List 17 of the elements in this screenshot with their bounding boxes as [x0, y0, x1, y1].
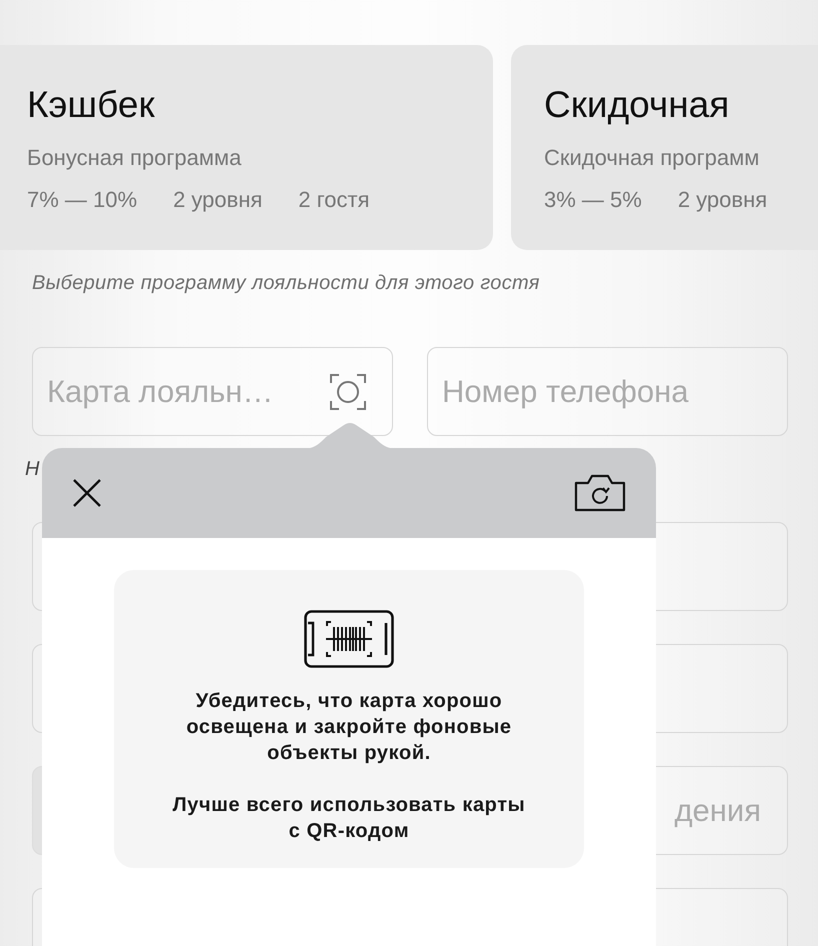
program-stat: 7% — 10%: [27, 187, 138, 213]
tip-text: Лучше всего использовать карты с QR-кодом: [172, 793, 526, 844]
program-subtitle: Бонусная программа: [27, 145, 242, 171]
date-field[interactable]: дения: [656, 766, 788, 855]
program-stat: 2 уровня: [678, 187, 768, 213]
hint-text: Выберите программу лояльности для этого гостя: [32, 272, 541, 295]
tip-text: Убедитесь, что карта хорошо освещена и закройте фоновые объекты рукой.: [185, 689, 513, 766]
program-stat: 2 уровня: [173, 187, 262, 213]
program-card[interactable]: Скидочная Скидочная программ 3% — 5% 2 уровня: [511, 45, 818, 250]
program-title: Кэшбек: [27, 83, 156, 127]
program-subtitle: Скидочная программ: [544, 145, 760, 171]
note-text: Н: [25, 458, 40, 482]
program-stat: 3% — 5%: [544, 187, 642, 213]
program-stat: 2 гостя: [298, 187, 370, 213]
phone-field[interactable]: Номер телефона: [427, 347, 788, 436]
program-card[interactable]: Кэшбек Бонусная программа 7% — 10% 2 уровня 2 гостя: [0, 45, 493, 250]
program-title: Скидочная: [544, 83, 730, 127]
